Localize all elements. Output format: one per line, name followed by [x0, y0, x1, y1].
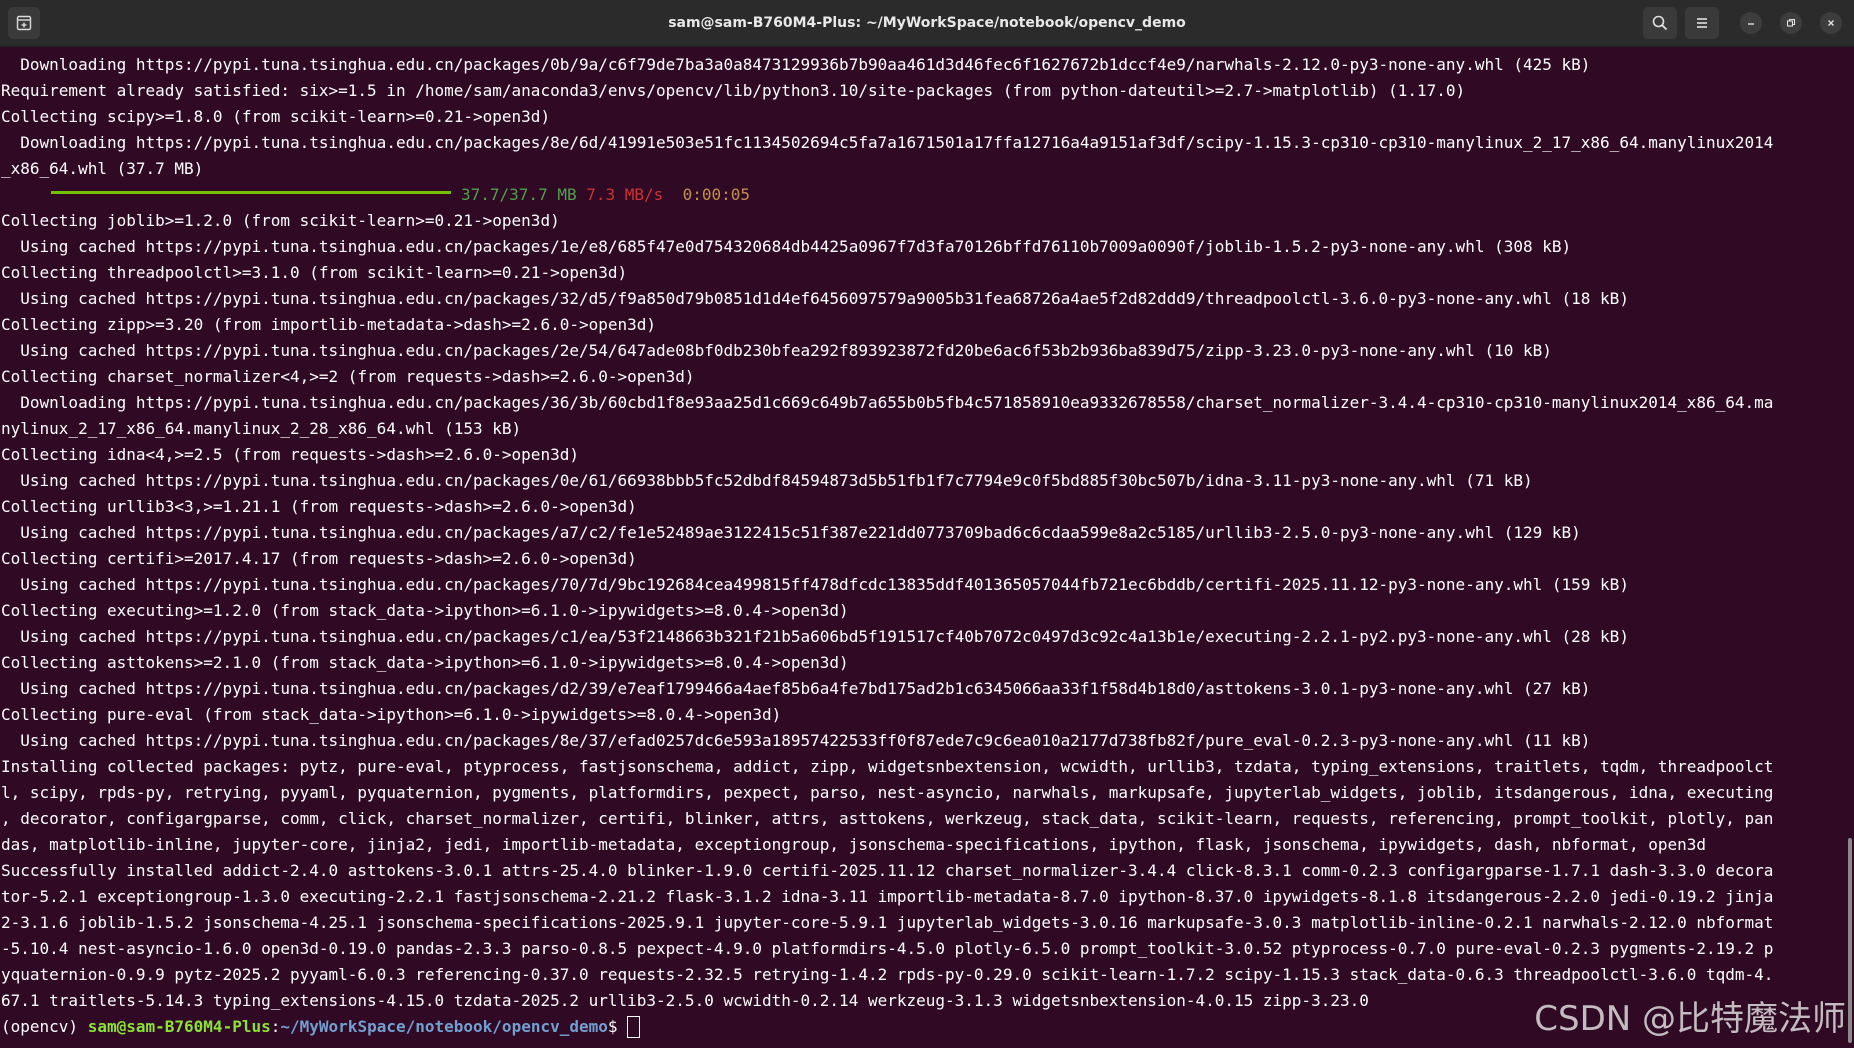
terminal-line: Using cached https://pypi.tuna.tsinghua.… [1, 679, 1591, 698]
terminal-window: sam@sam-B760M4-Plus: ~/MyWorkSpace/noteb… [0, 0, 1854, 1048]
progress-speed: 7.3 MB/s [586, 185, 664, 204]
terminal-line: Collecting executing>=1.2.0 (from stack_… [1, 601, 849, 620]
terminal-line: _x86_64.whl (37.7 MB) [1, 159, 204, 178]
terminal-line: -5.10.4 nest-asyncio-1.6.0 open3d-0.19.0… [1, 939, 1774, 958]
terminal-lines-continued: Collecting joblib>=1.2.0 (from scikit-le… [1, 208, 1843, 1014]
terminal-line: nylinux_2_17_x86_64.manylinux_2_28_x86_6… [1, 419, 522, 438]
menu-button[interactable] [1685, 7, 1719, 39]
terminal-line: Downloading https://pypi.tuna.tsinghua.e… [1, 393, 1774, 412]
progress-downloaded: 37.7/37.7 MB [461, 185, 577, 204]
hamburger-menu-icon [1697, 18, 1707, 28]
terminal-line: 2-3.1.6 joblib-1.5.2 jsonschema-4.25.1 j… [1, 913, 1774, 932]
watermark: CSDN @比特魔法师 [1534, 999, 1846, 1039]
terminal-line: Collecting asttokens>=2.1.0 (from stack_… [1, 653, 849, 672]
download-progress-bar [51, 191, 451, 194]
terminal-line: Using cached https://pypi.tuna.tsinghua.… [1, 627, 1629, 646]
terminal-line: Downloading https://pypi.tuna.tsinghua.e… [1, 133, 1774, 152]
terminal-line: das, matplotlib-inline, jupyter-core, ji… [1, 835, 1707, 854]
restore-icon [1786, 18, 1796, 27]
terminal-line: Requirement already satisfied: six>=1.5 … [1, 81, 1466, 100]
terminal-line: Successfully installed addict-2.4.0 astt… [1, 861, 1774, 880]
prompt-symbol: $ [607, 1017, 628, 1036]
terminal-line: Collecting urllib3<3,>=1.21.1 (from requ… [1, 497, 637, 516]
terminal-line: Collecting threadpoolctl>=3.1.0 (from sc… [1, 263, 628, 282]
terminal-line: Installing collected packages: pytz, pur… [1, 757, 1774, 776]
terminal-line: Using cached https://pypi.tuna.tsinghua.… [1, 523, 1581, 542]
close-button[interactable] [1820, 12, 1842, 34]
terminal-line: , decorator, configargparse, comm, click… [1, 809, 1774, 828]
terminal-line: Downloading https://pypi.tuna.tsinghua.e… [1, 55, 1591, 74]
terminal-line: Collecting charset_normalizer<4,>=2 (fro… [1, 367, 695, 386]
terminal-line: Using cached https://pypi.tuna.tsinghua.… [1, 575, 1629, 594]
progress-eta: 0:00:05 [682, 185, 750, 204]
search-button[interactable] [1643, 7, 1677, 39]
terminal-line: l, scipy, rpds-py, retrying, pyyaml, pyq… [1, 783, 1774, 802]
terminal-line: Using cached https://pypi.tuna.tsinghua.… [1, 731, 1591, 750]
terminal-line: Collecting scipy>=1.8.0 (from scikit-lea… [1, 107, 551, 126]
terminal-output[interactable]: Downloading https://pypi.tuna.tsinghua.e… [0, 46, 1854, 1048]
progress-line: 37.7/37.7 MB 7.3 MB/s 0:00:05 [1, 182, 1843, 208]
text-cursor [627, 1015, 641, 1038]
window-title: sam@sam-B760M4-Plus: ~/MyWorkSpace/noteb… [668, 15, 1186, 31]
prompt-user-host: sam@sam-B760M4-Plus [87, 1017, 271, 1036]
download-progress-fill [51, 191, 451, 194]
restore-button[interactable] [1780, 12, 1802, 34]
terminal-line: Collecting certifi>=2017.4.17 (from requ… [1, 549, 637, 568]
terminal-line: Collecting zipp>=3.20 (from importlib-me… [1, 315, 657, 334]
conda-env: (opencv) [1, 1017, 88, 1036]
terminal-line: Collecting idna<4,>=2.5 (from requests->… [1, 445, 579, 464]
prompt-separator: : [270, 1017, 281, 1036]
close-icon [1828, 20, 1834, 26]
terminal-line: Using cached https://pypi.tuna.tsinghua.… [1, 341, 1552, 360]
search-icon [1652, 15, 1668, 31]
minimize-button[interactable] [1740, 12, 1762, 34]
prompt-path: ~/MyWorkSpace/notebook/opencv_demo [280, 1017, 608, 1036]
terminal-line: Using cached https://pypi.tuna.tsinghua.… [1, 289, 1629, 308]
terminal-line: yquaternion-0.9.9 pytz-2025.2 pyyaml-6.0… [1, 965, 1774, 984]
minimize-icon [1748, 23, 1754, 25]
scrollbar-thumb[interactable] [1848, 838, 1852, 1043]
terminal-line: Using cached https://pypi.tuna.tsinghua.… [1, 237, 1572, 256]
titlebar: sam@sam-B760M4-Plus: ~/MyWorkSpace/noteb… [0, 0, 1854, 47]
terminal-line: Collecting joblib>=1.2.0 (from scikit-le… [1, 211, 560, 230]
terminal-line: Collecting pure-eval (from stack_data->i… [1, 705, 782, 724]
scrollbar[interactable] [1844, 48, 1854, 1046]
terminal-line: Using cached https://pypi.tuna.tsinghua.… [1, 471, 1533, 490]
terminal-line: tor-5.2.1 exceptiongroup-1.3.0 executing… [1, 887, 1774, 906]
terminal-lines: Downloading https://pypi.tuna.tsinghua.e… [1, 52, 1843, 1040]
